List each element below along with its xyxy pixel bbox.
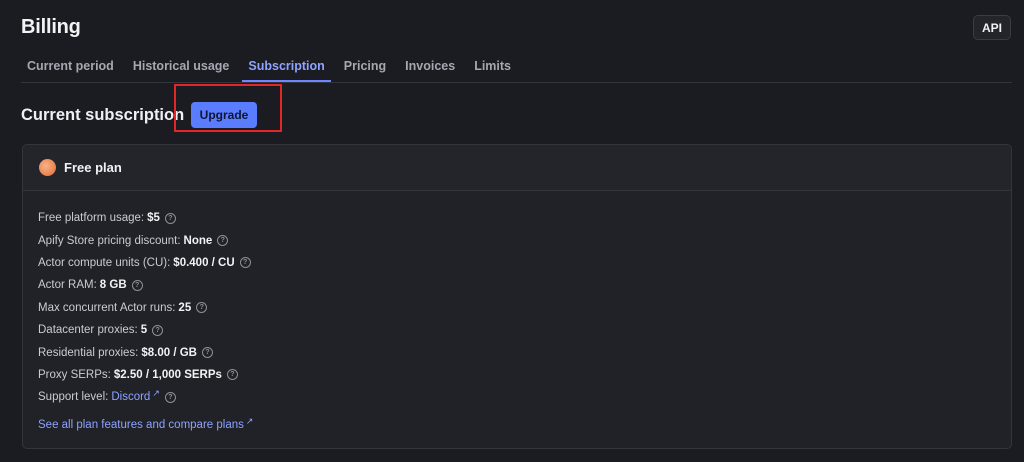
plan-card: Free plan Free platform usage: $5 ? Apif… (22, 144, 1012, 449)
feature-support-level: Support level: Discord ↗ ? (38, 386, 251, 408)
feature-free-platform-usage: Free platform usage: $5 ? (38, 207, 251, 229)
question-circle-icon[interactable]: ? (201, 347, 213, 359)
billing-page: Billing API Current period Historical us… (0, 0, 1024, 462)
question-circle-icon[interactable]: ? (164, 212, 176, 224)
tab-subscription[interactable]: Subscription (242, 56, 332, 82)
billing-tabs: Current period Historical usage Subscrip… (21, 56, 1012, 83)
tab-historical-usage[interactable]: Historical usage (127, 56, 236, 78)
upgrade-button[interactable]: Upgrade (191, 102, 257, 128)
feature-value: $2.50 / 1,000 SERPs (113, 368, 222, 381)
see-all-label: See all plan features and compare plans (38, 419, 244, 431)
feature-concurrent-runs: Max concurrent Actor runs: 25 ? (38, 297, 251, 319)
feature-label: Residential proxies: (38, 346, 139, 359)
tab-limits[interactable]: Limits (468, 56, 517, 78)
question-circle-icon[interactable]: ? (131, 279, 143, 291)
see-all-plan-features-link[interactable]: See all plan features and compare plans … (38, 415, 254, 432)
feature-label: Free platform usage: (38, 212, 145, 225)
plan-dot-icon (39, 159, 56, 176)
feature-label: Datacenter proxies: (38, 324, 138, 337)
api-button[interactable]: API (973, 15, 1011, 40)
feature-value: 5 (140, 324, 148, 337)
external-link-icon: ↗ (152, 388, 160, 399)
question-circle-icon[interactable]: ? (239, 257, 251, 269)
tab-invoices[interactable]: Invoices (399, 56, 461, 78)
feature-label: Max concurrent Actor runs: (38, 301, 176, 314)
feature-value: $8.00 / GB (141, 346, 197, 359)
external-link-icon: ↗ (245, 415, 254, 426)
question-circle-icon[interactable]: ? (164, 391, 176, 403)
feature-store-discount: Apify Store pricing discount: None ? (38, 229, 251, 251)
tab-current-period[interactable]: Current period (21, 56, 120, 78)
question-circle-icon[interactable]: ? (152, 324, 164, 336)
section-title: Current subscription (21, 106, 185, 124)
feature-label: Actor RAM: (38, 279, 97, 292)
feature-label: Support level: (38, 391, 109, 404)
feature-label: Apify Store pricing discount: (38, 234, 181, 247)
plan-features-list: Free platform usage: $5 ? Apify Store pr… (38, 207, 251, 409)
feature-value: None (183, 234, 213, 247)
question-circle-icon[interactable]: ? (196, 302, 208, 314)
plan-name: Free plan (64, 160, 122, 175)
feature-value: 25 (178, 301, 192, 314)
feature-actor-ram: Actor RAM: 8 GB ? (38, 274, 251, 296)
page-title: Billing (21, 16, 81, 38)
feature-value: $0.400 / CU (173, 256, 235, 269)
feature-label: Proxy SERPs: (38, 368, 111, 381)
plan-card-header: Free plan (23, 145, 1011, 191)
feature-value: $5 (147, 212, 160, 225)
feature-datacenter-proxies: Datacenter proxies: 5 ? (38, 319, 251, 341)
feature-label: Actor compute units (CU): (38, 256, 171, 269)
feature-value: 8 GB (99, 279, 127, 292)
feature-compute-units: Actor compute units (CU): $0.400 / CU ? (38, 252, 251, 274)
feature-proxy-serps: Proxy SERPs: $2.50 / 1,000 SERPs ? (38, 364, 251, 386)
question-circle-icon[interactable]: ? (217, 235, 229, 247)
discord-link[interactable]: Discord (111, 389, 150, 405)
tab-pricing[interactable]: Pricing (338, 56, 392, 78)
question-circle-icon[interactable]: ? (226, 369, 238, 381)
feature-residential-proxies: Residential proxies: $8.00 / GB ? (38, 341, 251, 363)
